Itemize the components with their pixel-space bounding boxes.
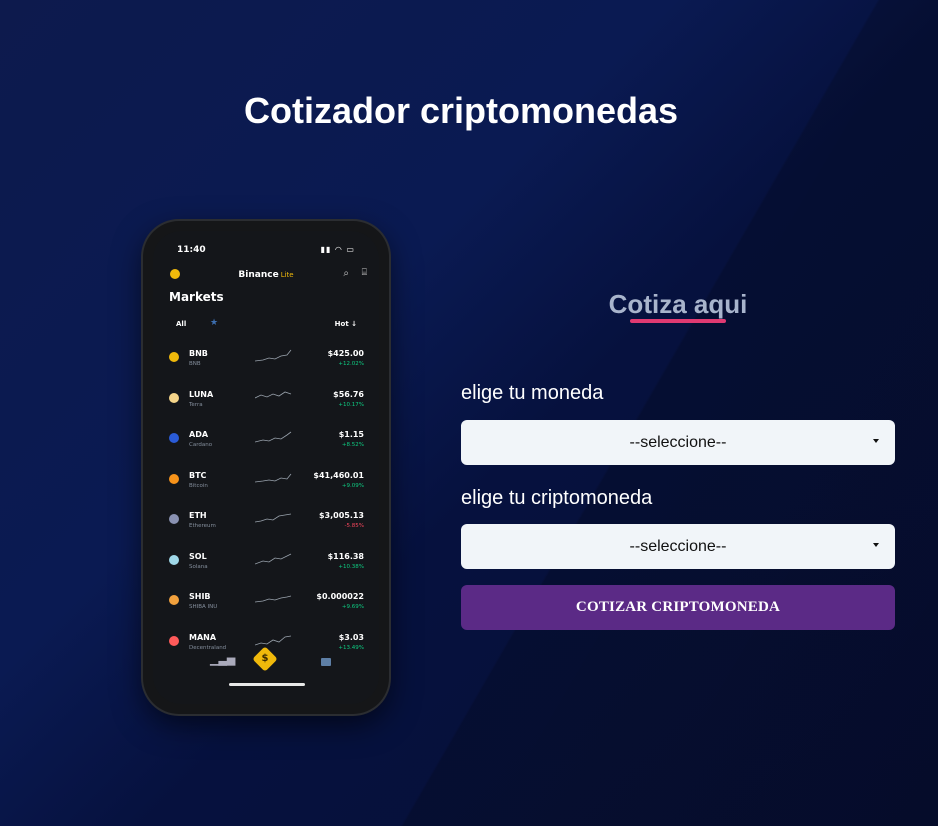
sparkline (255, 513, 292, 523)
coin-symbol: SHIB (189, 592, 211, 601)
sparkline (255, 553, 292, 564)
star-icon: ★ (210, 318, 219, 328)
coin-change: +9.09% (341, 482, 364, 489)
currency-select-value: --seleccione-- (629, 433, 727, 451)
crypto-label: elige tu criptomoneda (461, 487, 653, 509)
list-item: ETH Ethereum $3,005.13 -5.85% (153, 509, 379, 550)
coin-change: -5.85% (344, 523, 364, 529)
luna-icon (169, 392, 179, 403)
markets-title: Markets (169, 290, 224, 304)
coin-price: $56.76 (333, 389, 364, 399)
coin-symbol: ETH (189, 511, 207, 520)
tab-hot: Hot ↓ (334, 320, 357, 328)
list-item: SHIB SHIBA INU $0.000022 +9.69% (153, 590, 379, 631)
coin-symbol: LUNA (189, 389, 214, 399)
ada-icon (169, 433, 179, 443)
phone-mockup-image: 11:40 ▮▮ ◠ ▭ Binance Lite ⌕ ⌸ Markets All… (143, 221, 389, 714)
cotizar-button[interactable]: COTIZAR CRIPTOMONEDA (461, 585, 895, 630)
sparkline-path (255, 553, 292, 564)
coin-name: Terra (189, 401, 203, 408)
sparkline-path (255, 635, 292, 645)
coin-symbol: ADA (189, 430, 209, 439)
coin-name: SHIBA INU (189, 604, 218, 610)
list-item: BNB BNB $425.00 +12.02% (153, 347, 379, 388)
coin-change: +10.17% (338, 401, 364, 408)
phone-screen: 11:40 ▮▮ ◠ ▭ Binance Lite ⌕ ⌸ Markets All… (153, 231, 379, 704)
trade-icon: $ (252, 646, 278, 672)
sparkline (255, 391, 292, 398)
mana-icon (169, 635, 179, 646)
search-icon: ⌕ (343, 268, 349, 279)
sparkline (255, 473, 292, 482)
crypto-select[interactable]: --seleccione-- (461, 524, 895, 569)
coin-name: Ethereum (189, 523, 216, 529)
list-item: BTC Bitcoin $41,460.01 +9.09% (153, 469, 379, 510)
coin-name: Solana (189, 563, 208, 570)
tab-all: All (176, 320, 187, 328)
currency-select[interactable]: --seleccione-- (461, 420, 895, 465)
coin-change: +12.02% (338, 361, 364, 367)
coin-price: $3,005.13 (318, 511, 364, 520)
app-suffix: Lite (280, 271, 294, 279)
scan-icon: ⌸ (361, 268, 367, 278)
coin-name: BNB (189, 361, 201, 367)
coin-price: $1.15 (338, 430, 364, 439)
coin-price: $41,460.01 (313, 470, 364, 480)
coin-symbol: SOL (189, 551, 207, 561)
coin-change: +13.49% (338, 644, 364, 651)
sparkline (255, 349, 292, 362)
coin-symbol: BTC (189, 470, 207, 480)
currency-label: elige tu moneda (461, 382, 604, 404)
home-indicator (229, 683, 305, 686)
sparkline-path (255, 513, 292, 523)
coin-price: $0.000022 (316, 592, 364, 601)
list-item: LUNA Terra $56.76 +10.17% (153, 388, 379, 429)
sparkline-path (255, 349, 292, 362)
btc-icon (169, 473, 179, 484)
status-time: 11:40 (177, 245, 206, 255)
sparkline (255, 635, 292, 645)
sparkline-path (255, 431, 292, 443)
sparkline-path (255, 391, 292, 398)
chevron-down-icon (873, 439, 879, 443)
chart-icon: ▁▃▅ (210, 653, 236, 666)
page-title: Cotizador criptomonedas (243, 90, 679, 131)
eth-icon (169, 514, 179, 524)
shib-icon (169, 595, 179, 605)
coin-list: BNB BNB $425.00 +12.02% LUNA Terra $56.76 +10.1… (153, 347, 379, 671)
section-title: Cotiza aqui (608, 289, 748, 319)
sparkline (255, 595, 292, 603)
app-name: Binance (238, 270, 279, 280)
sol-icon (169, 554, 179, 565)
status-icons: ▮▮ ◠ ▭ (320, 245, 355, 254)
coin-name: Cardano (189, 442, 213, 448)
bnb-icon (169, 352, 179, 362)
coin-change: +10.38% (338, 563, 364, 570)
coin-price: $116.38 (327, 551, 364, 561)
crypto-select-value: --seleccione-- (629, 537, 727, 555)
coin-name: Decentraland (189, 644, 227, 651)
list-item: ADA Cardano $1.15 +8.52% (153, 428, 379, 469)
coin-price: $425.00 (327, 349, 364, 358)
coin-price: $3.03 (338, 632, 364, 642)
list-item: SOL Solana $116.38 +10.38% (153, 550, 379, 591)
coin-symbol: BNB (189, 349, 208, 358)
chevron-down-icon (873, 543, 879, 547)
coin-change: +9.69% (341, 604, 364, 610)
coin-symbol: MANA (189, 632, 217, 642)
coin-name: Bitcoin (189, 482, 208, 489)
wallet-icon (321, 658, 331, 666)
trade-icon-glyph: $ (261, 653, 269, 664)
sparkline-path (255, 595, 292, 603)
coin-change: +8.52% (341, 442, 364, 448)
sparkline-path (255, 473, 292, 482)
section-title-underline (630, 319, 726, 323)
sparkline (255, 431, 292, 443)
